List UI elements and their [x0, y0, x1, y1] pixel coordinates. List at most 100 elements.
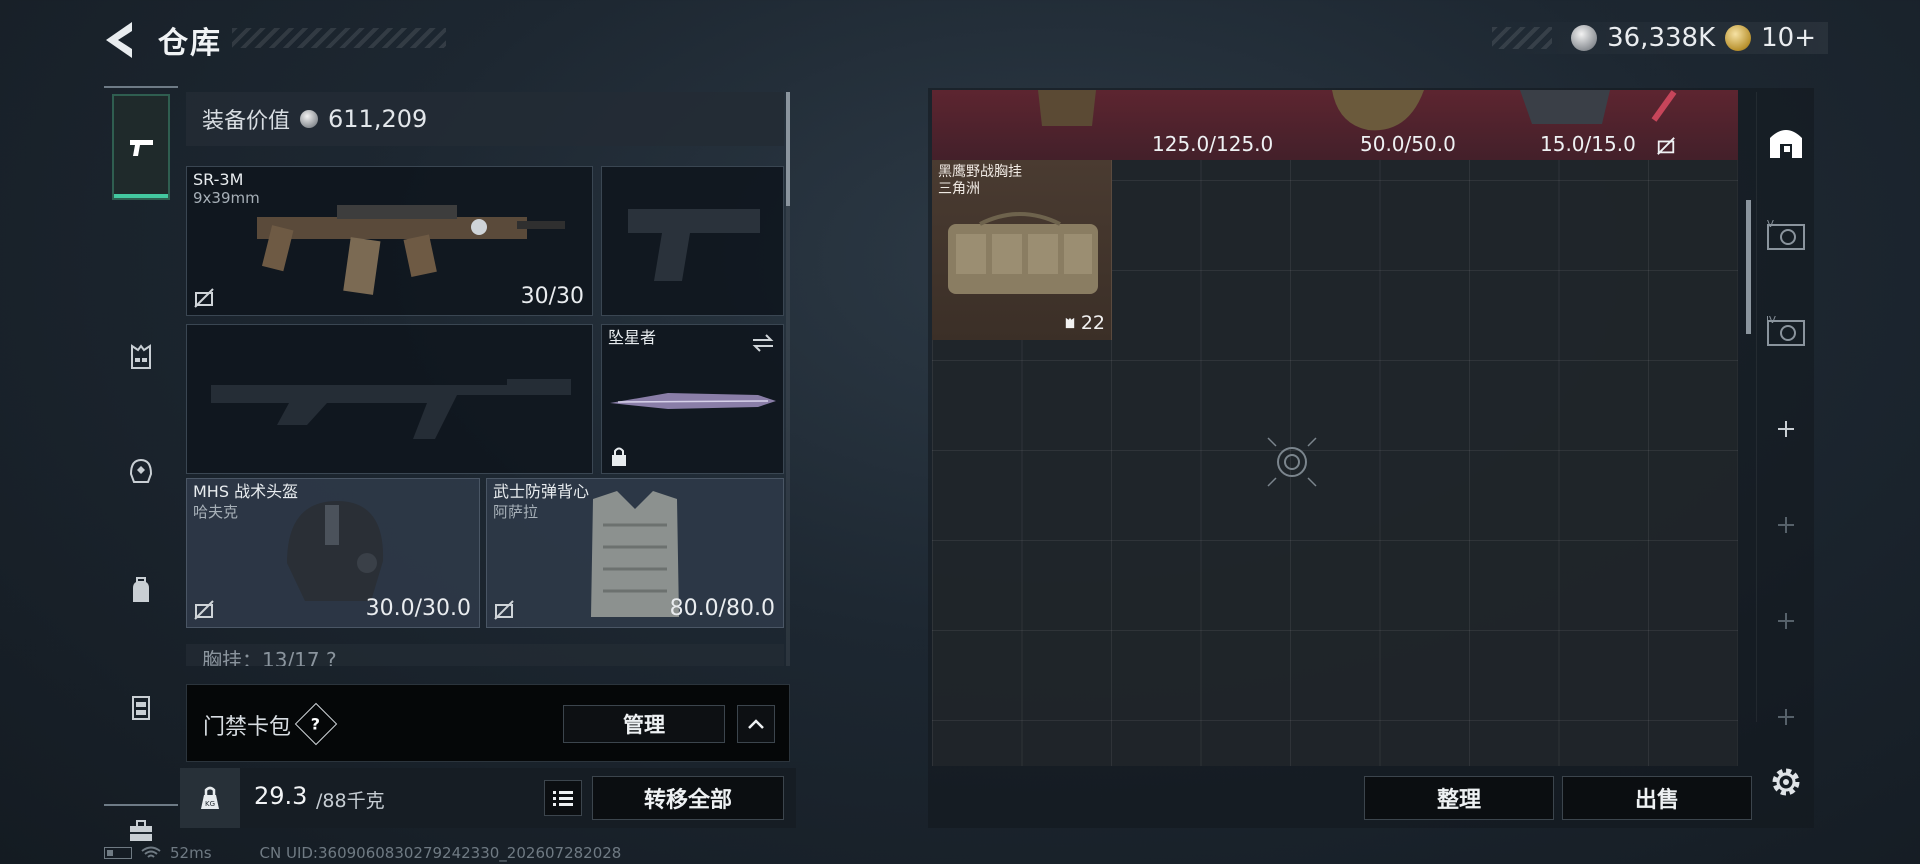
chest-rig-title: 黑鹰野战胸挂 — [938, 164, 1022, 180]
keycard-label: 门禁卡包 — [203, 715, 292, 740]
primary-weapon-slot[interactable]: SR-3M 9x39mm 30/30 — [186, 166, 593, 316]
pistol-silhouette-icon — [628, 209, 760, 281]
title-stripes-decoration — [232, 28, 446, 48]
rifle-image — [257, 205, 565, 295]
weight-current: 29.3 — [254, 782, 308, 810]
ping-text: 52ms — [170, 844, 212, 862]
battery-icon — [104, 847, 132, 859]
no-insurance-icon — [494, 600, 514, 620]
value-label: 装备价值 — [202, 109, 291, 134]
melee-slot[interactable]: 坠星者 — [601, 324, 784, 474]
currency-bar: 36,338K 10+ — [1492, 22, 1828, 54]
melee-name: 坠星者 — [608, 328, 657, 347]
item-durability-3: 15.0/15.0 — [1540, 132, 1636, 156]
kettlebell-icon: KG — [201, 786, 219, 809]
storage-top-row: 125.0/125.0 50.0/50.0 15.0/15.0 — [932, 90, 1738, 160]
silver-coin-icon — [1571, 25, 1598, 51]
plus-icon — [1778, 709, 1794, 725]
armor-brand: 阿萨拉 — [493, 503, 539, 521]
svg-text:V: V — [1767, 219, 1774, 230]
equipment-panel: 装备价值 611,209 SR-3M 9x39mm 30/30 坠星者 MHS … — [186, 92, 784, 666]
chest-rig-image — [948, 212, 1098, 294]
help-glyph: ? — [311, 714, 321, 734]
swap-icon[interactable] — [751, 333, 775, 353]
knife-image — [610, 393, 776, 409]
reticle-icon — [1267, 437, 1317, 487]
weight-icon-box: KG — [180, 768, 240, 828]
item-durability-2: 50.0/50.0 — [1360, 132, 1456, 156]
backup-weapon-slot[interactable] — [186, 324, 593, 474]
no-insurance-icon — [194, 288, 214, 308]
nav-item-armor[interactable] — [112, 304, 170, 410]
chest-rig-count: 22 — [1063, 312, 1105, 334]
svg-text:KG: KG — [205, 800, 215, 808]
svg-text:IV: IV — [1766, 315, 1776, 326]
uid-text: CN UID:3609060830279242330_202607282028 — [259, 844, 622, 862]
chest-rig-row[interactable]: 胸挂：13/17 ? — [186, 644, 784, 666]
no-insurance-icon — [194, 600, 214, 620]
gold-coin-icon — [1725, 25, 1752, 51]
storage-scroll-thumb[interactable] — [1746, 200, 1751, 334]
status-row: 52ms CN UID:3609060830279242330_20260728… — [104, 844, 621, 862]
manage-button[interactable]: 管理 — [563, 705, 725, 743]
currency-stripes-decoration — [1492, 27, 1552, 49]
list-view-button[interactable] — [544, 780, 582, 816]
rifle-silhouette-icon — [211, 379, 571, 439]
storage-tab-v[interactable]: V — [1763, 212, 1809, 258]
help-icon[interactable]: ? — [294, 702, 338, 746]
weight-bar: KG 29.3 /88千克 转移全部 — [180, 768, 796, 828]
collapse-button[interactable] — [737, 705, 775, 743]
category-nav — [104, 86, 178, 841]
primary-weapon-name: SR-3M — [193, 170, 244, 189]
pistol-icon — [130, 140, 153, 156]
equipment-value: 611,209 — [328, 105, 428, 133]
weight-max: /88千克 — [316, 790, 385, 812]
transfer-all-button[interactable]: 转移全部 — [592, 776, 784, 820]
chest-rig-name: 黑鹰野战胸挂 三角洲 — [938, 164, 1022, 198]
equipment-scroll-thumb[interactable] — [786, 92, 790, 206]
nav-item-container[interactable] — [112, 654, 170, 760]
armor-slot[interactable]: 武士防弹背心 阿萨拉 80.0/80.0 — [486, 478, 784, 628]
secondary-weapon-slot[interactable] — [601, 166, 784, 316]
chest-rig-count-value: 22 — [1080, 312, 1105, 334]
armor-durability: 80.0/80.0 — [669, 596, 775, 621]
camo-item-image — [1038, 90, 1096, 126]
plus-icon — [1778, 517, 1794, 533]
storage-tab-main[interactable] — [1763, 118, 1809, 164]
plus-icon — [1778, 613, 1794, 629]
armor-name: 武士防弹背心 — [493, 482, 590, 501]
helmet-durability: 30.0/30.0 — [365, 596, 471, 621]
wifi-icon — [141, 846, 161, 858]
add-storage-slot-4 — [1763, 694, 1809, 740]
toolbox-icon — [130, 820, 152, 841]
item-durability-1: 125.0/125.0 — [1152, 132, 1274, 156]
add-storage-slot-2 — [1763, 502, 1809, 548]
storage-tab-iv[interactable]: IV — [1763, 308, 1809, 354]
helmet-slot[interactable]: MHS 战术头盔 哈夫克 30.0/30.0 — [186, 478, 480, 628]
equipment-value-row: 装备价值 611,209 — [186, 92, 784, 146]
syringe-item-image — [1651, 90, 1677, 122]
gold-currency-value: 10+ — [1761, 23, 1816, 53]
lock-icon — [612, 447, 626, 466]
bag-item-image — [1520, 90, 1610, 124]
warehouse-icon — [1770, 130, 1802, 158]
nav-item-weapons[interactable] — [112, 94, 170, 200]
add-storage-button[interactable] — [1763, 406, 1809, 452]
gear-icon[interactable] — [1766, 762, 1806, 802]
helmet-icon — [129, 458, 153, 483]
vest-icon — [1065, 317, 1075, 329]
safe-v-icon: V — [1767, 219, 1805, 250]
silver-currency-value: 36,338K — [1607, 23, 1716, 53]
chest-rig-brand: 三角洲 — [938, 181, 980, 197]
storage-item-chest-rig[interactable]: 黑鹰野战胸挂 三角洲 22 — [932, 160, 1112, 340]
back-arrow-icon[interactable] — [102, 20, 138, 60]
storage-grid[interactable]: 125.0/125.0 50.0/50.0 15.0/15.0 黑鹰野战胸挂 三… — [932, 90, 1738, 766]
case-icon — [132, 696, 150, 720]
nav-item-backpack[interactable] — [112, 538, 170, 644]
nav-item-helmet[interactable] — [112, 418, 170, 524]
sort-button[interactable]: 整理 — [1364, 776, 1554, 820]
page-title: 仓库 — [158, 26, 222, 61]
sell-button[interactable]: 出售 — [1562, 776, 1752, 820]
backpack-icon — [133, 577, 149, 602]
no-insurance-icon — [1657, 137, 1675, 155]
